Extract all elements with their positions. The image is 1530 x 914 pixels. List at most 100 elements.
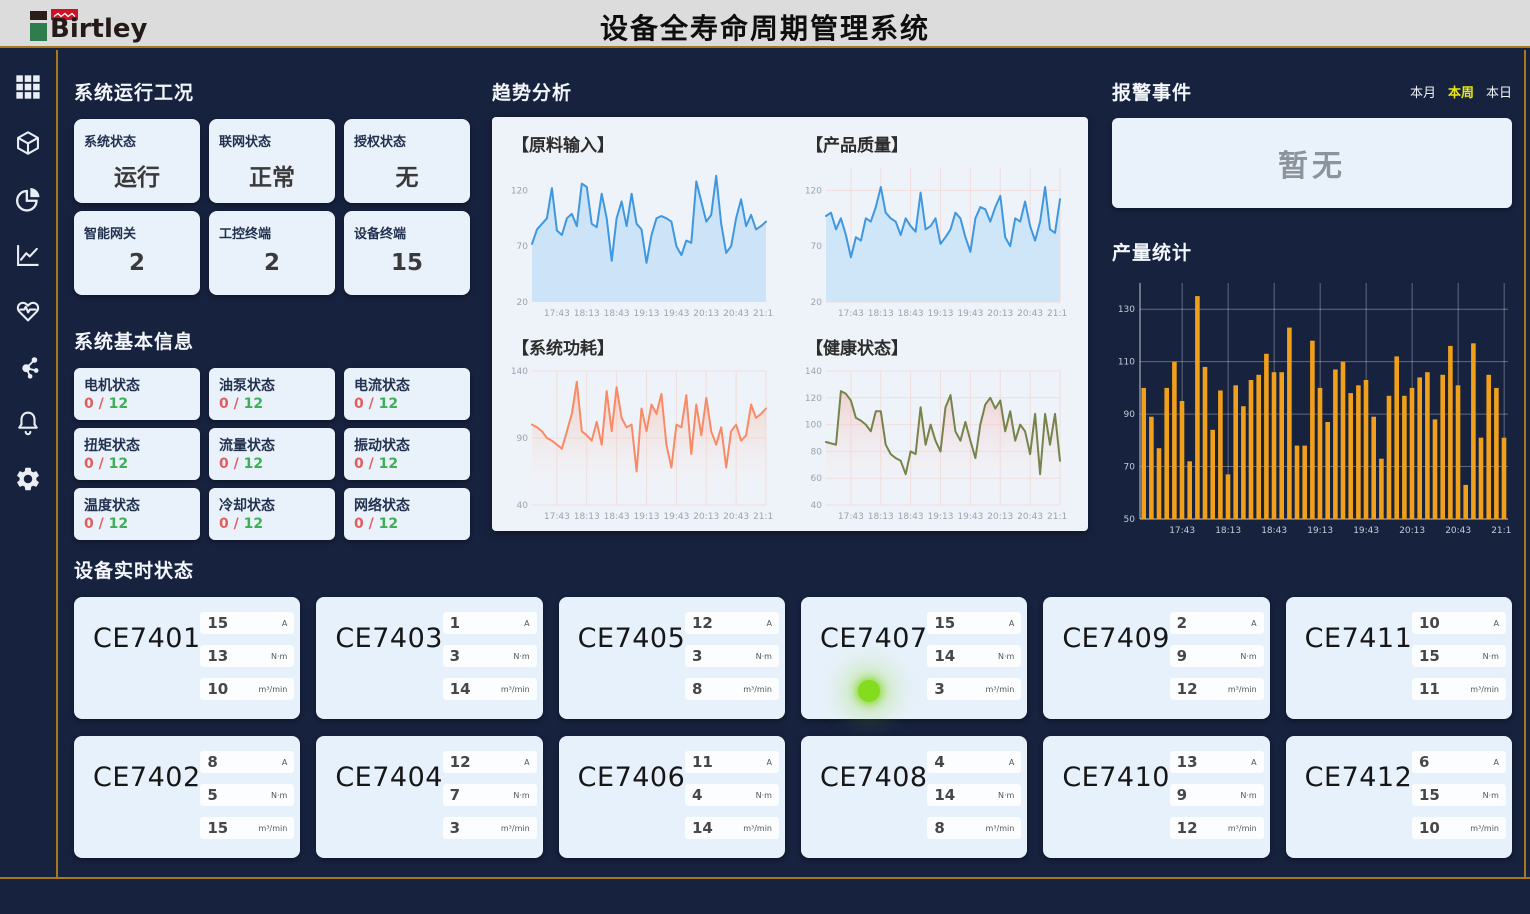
trend-chart-health-status: 40608010012014017:4318:1318:4319:1319:43… (796, 361, 1068, 527)
alarm-period-tabs: 本月本周本日 (1410, 82, 1512, 101)
device-name: CE7410 (1062, 762, 1170, 793)
stat-unit: m³/min (743, 685, 772, 694)
trend-block-raw-input: 【原料输入】207012017:4318:1318:4319:1319:4320… (496, 121, 790, 324)
status-card-value: 正常 (219, 158, 325, 192)
svg-text:90: 90 (517, 434, 529, 444)
line-chart-icon[interactable] (13, 240, 43, 270)
info-total: 12 (109, 396, 128, 412)
info-current: 0 / (354, 456, 374, 472)
svg-text:130: 130 (1118, 305, 1135, 315)
device-name: CE7408 (820, 762, 928, 793)
device-card-CE7403[interactable]: CE74031A3N·m14m³/min (316, 597, 542, 719)
svg-text:18:13: 18:13 (868, 309, 894, 319)
device-name: CE7401 (93, 623, 201, 654)
device-card-CE7410[interactable]: CE741013A9N·m12m³/min (1043, 736, 1269, 858)
stat-unit: m³/min (1470, 685, 1499, 694)
trend-section: 趋势分析 【原料输入】207012017:4318:1318:4319:1319… (492, 78, 1088, 531)
alarm-tab-2[interactable]: 本周 (1448, 82, 1474, 101)
section-title-devices: 设备实时状态 (74, 556, 1512, 583)
stat-value: 10 (1419, 614, 1440, 632)
device-card-CE7404[interactable]: CE740412A7N·m3m³/min (316, 736, 542, 858)
svg-text:40: 40 (517, 501, 529, 511)
svg-text:20:43: 20:43 (1445, 526, 1471, 536)
svg-text:40: 40 (811, 501, 823, 511)
chart-title: 【健康状态】 (806, 334, 1084, 359)
info-total: 12 (109, 516, 128, 532)
status-card-6: 设备终端15 (344, 211, 470, 295)
stat-unit: N·m (998, 652, 1014, 661)
status-card-label: 联网状态 (219, 131, 325, 150)
device-stat-row: 15m³/min (200, 817, 294, 839)
device-card-CE7409[interactable]: CE74092A9N·m12m³/min (1043, 597, 1269, 719)
svg-text:20:13: 20:13 (1399, 526, 1425, 536)
device-stat-row: 12m³/min (1170, 678, 1264, 700)
model-cube-icon[interactable] (13, 128, 43, 158)
svg-text:19:43: 19:43 (663, 309, 689, 319)
device-stat-row: 15N·m (1412, 645, 1506, 667)
trend-block-health-status: 【健康状态】40608010012014017:4318:1318:4319:1… (790, 324, 1084, 527)
device-card-CE7406[interactable]: CE740611A4N·m14m³/min (559, 736, 785, 858)
alarm-tab-1[interactable]: 本月 (1410, 82, 1436, 101)
status-card-value: 15 (354, 250, 460, 276)
device-stat-row: 14N·m (927, 784, 1021, 806)
stat-value: 10 (207, 680, 228, 698)
device-stat-row: 14m³/min (443, 678, 537, 700)
health-heart-icon[interactable] (13, 296, 43, 326)
settings-gear-icon[interactable] (13, 464, 43, 494)
stat-value: 14 (934, 786, 955, 804)
svg-text:18:13: 18:13 (868, 512, 894, 522)
stat-unit: m³/min (501, 685, 530, 694)
device-stat-row: 8m³/min (685, 678, 779, 700)
stat-value: 13 (1177, 753, 1198, 771)
svg-text:21:13: 21:13 (1047, 309, 1068, 319)
stat-unit: m³/min (986, 685, 1015, 694)
status-card-label: 智能网关 (84, 223, 190, 242)
svg-text:100: 100 (805, 421, 822, 431)
system-status-cards: 系统状态运行联网状态正常授权状态无智能网关2工控终端2设备终端15 (74, 119, 470, 295)
svg-text:19:13: 19:13 (928, 512, 954, 522)
status-card-4: 智能网关2 (74, 211, 200, 295)
info-card-value: 0 / 12 (354, 396, 460, 412)
device-card-CE7411[interactable]: CE741110A15N·m11m³/min (1286, 597, 1512, 719)
apps-grid-icon[interactable] (13, 72, 43, 102)
svg-text:19:43: 19:43 (957, 512, 983, 522)
network-nodes-icon[interactable] (13, 352, 43, 382)
status-card-value: 无 (354, 158, 460, 192)
stat-value: 3 (450, 819, 460, 837)
svg-text:19:13: 19:13 (1307, 526, 1333, 536)
device-card-CE7408[interactable]: CE74084A14N·m8m³/min (801, 736, 1027, 858)
info-current: 0 / (219, 396, 239, 412)
device-card-CE7402[interactable]: CE74028A5N·m15m³/min (74, 736, 300, 858)
info-card-3: 电流状态0 / 12 (344, 368, 470, 420)
svg-text:19:13: 19:13 (634, 512, 660, 522)
info-card-value: 0 / 12 (84, 516, 190, 532)
device-stats: 4A14N·m8m³/min (927, 751, 1021, 839)
device-stat-row: 14N·m (927, 645, 1021, 667)
svg-text:18:43: 18:43 (898, 309, 924, 319)
info-total: 12 (379, 456, 398, 472)
devices-section: 设备实时状态 CE740115A13N·m10m³/minCE74031A3N·… (74, 556, 1512, 858)
alarm-bell-icon[interactable] (13, 408, 43, 438)
stat-value: 14 (692, 819, 713, 837)
svg-text:18:43: 18:43 (604, 309, 630, 319)
stat-unit: A (524, 619, 529, 628)
stat-unit: N·m (1240, 652, 1256, 661)
stat-unit: N·m (513, 791, 529, 800)
device-card-CE7407[interactable]: CE740715A14N·m3m³/min (801, 597, 1027, 719)
alarm-tab-3[interactable]: 本日 (1486, 82, 1512, 101)
device-stat-row: 2A (1170, 612, 1264, 634)
stat-value: 12 (450, 753, 471, 771)
device-card-CE7412[interactable]: CE74126A15N·m10m³/min (1286, 736, 1512, 858)
device-card-CE7401[interactable]: CE740115A13N·m10m³/min (74, 597, 300, 719)
device-card-CE7405[interactable]: CE740512A3N·m8m³/min (559, 597, 785, 719)
svg-text:18:13: 18:13 (1215, 526, 1241, 536)
info-card-value: 0 / 12 (354, 516, 460, 532)
stat-value: 15 (1419, 786, 1440, 804)
svg-text:120: 120 (805, 186, 822, 196)
section-title-system-status: 系统运行工况 (74, 78, 470, 105)
frame-line-bottom (0, 877, 1530, 879)
stat-value: 12 (692, 614, 713, 632)
svg-text:17:43: 17:43 (544, 309, 570, 319)
svg-text:17:43: 17:43 (838, 309, 864, 319)
pie-chart-icon[interactable] (13, 184, 43, 214)
